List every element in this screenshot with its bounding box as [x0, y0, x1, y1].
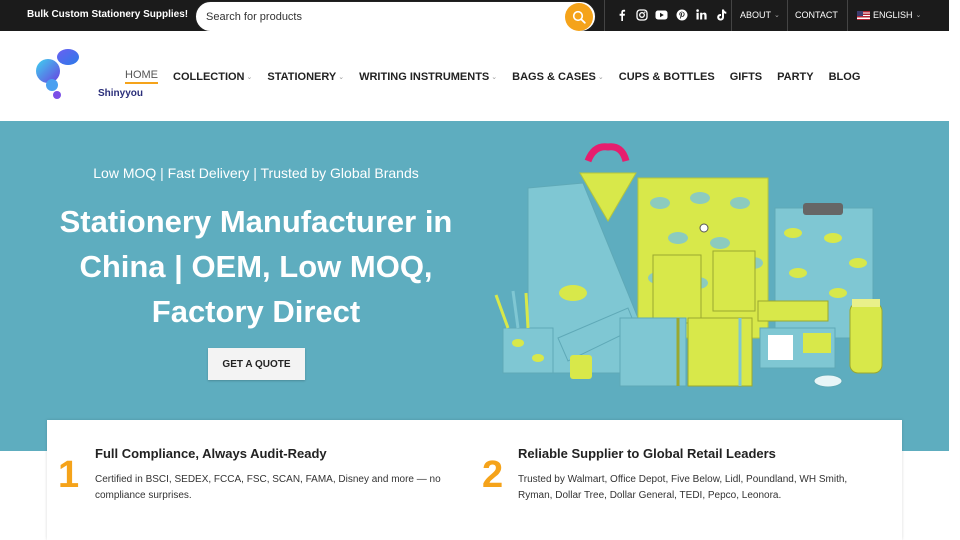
logo-text: Shinyyou [98, 88, 144, 99]
nav-label: CUPS & BOTTLES [618, 70, 715, 83]
feature-description-line: Trusted by Walmart, Office Depot, Five B… [518, 474, 848, 485]
nav-item-bags-cases[interactable]: BAGS & CASES ⌄ [512, 71, 604, 83]
nav-item-stationery[interactable]: STATIONERY ⌄ [267, 71, 344, 83]
divider [731, 0, 732, 31]
nav-item-gifts[interactable]: GIFTS [730, 71, 762, 83]
about-link[interactable]: ABOUT ⌄ [740, 10, 780, 20]
nav-item-home[interactable]: HOME [125, 69, 158, 84]
nav-item-cups-bottles[interactable]: CUPS & BOTTLES [619, 71, 715, 83]
feature-description-line: Ryman, Dollar Tree, Dollar General, TEDI… [518, 490, 782, 501]
feature-description-line: Certified in BSCI, SEDEX, FCCA, FSC, SCA… [95, 474, 441, 485]
logo-mark [36, 49, 79, 99]
about-label: ABOUT [740, 10, 772, 20]
site-header: Shinyyou HOME COLLECTION ⌄ STATIONERY ⌄ WR… [0, 31, 949, 121]
nav-item-collection[interactable]: COLLECTION ⌄ [173, 71, 252, 83]
social-links [615, 8, 728, 21]
search-button[interactable] [565, 3, 593, 31]
nav-label: COLLECTION [173, 70, 245, 83]
search-icon [572, 10, 586, 24]
feature-description: Trusted by Walmart, Office Depot, Five B… [518, 472, 898, 504]
contact-link[interactable]: CONTACT [795, 10, 838, 20]
get-a-quote-button[interactable]: GET A QUOTE [208, 348, 305, 380]
nav-label: BLOG [828, 70, 861, 83]
feature-title: Reliable Supplier to Global Retail Leade… [518, 446, 776, 461]
divider [787, 0, 788, 31]
nav-item-party[interactable]: PARTY [777, 71, 813, 83]
contact-label: CONTACT [795, 10, 838, 20]
hero-title-line: China | OEM, Low MOQ, [79, 249, 433, 284]
nav-item-writing-instruments[interactable]: WRITING INSTRUMENTS ⌄ [359, 71, 497, 83]
chevron-down-icon: ⌄ [491, 73, 498, 81]
promo-text: Bulk Custom Stationery Supplies! [27, 9, 189, 20]
logo[interactable]: Shinyyou [36, 47, 143, 103]
facebook-icon[interactable] [615, 8, 628, 21]
stationery-products-image [494, 143, 883, 388]
pinterest-icon[interactable] [675, 8, 688, 21]
hero-title-line: Stationery Manufacturer in [59, 204, 453, 239]
nav-label: PARTY [777, 70, 814, 83]
hero-title: Stationery Manufacturer in China | OEM, … [36, 199, 476, 334]
chevron-down-icon: ⌄ [915, 12, 922, 19]
search-input[interactable] [206, 9, 546, 25]
hero-banner: Low MOQ | Fast Delivery | Trusted by Glo… [0, 121, 949, 451]
divider [604, 0, 605, 31]
search-box [195, 1, 596, 32]
features-panel: 1 Full Compliance, Always Audit-Ready Ce… [47, 420, 902, 540]
tiktok-icon[interactable] [715, 8, 728, 21]
feature-title: Full Compliance, Always Audit-Ready [95, 446, 327, 461]
hero-title-line: Factory Direct [151, 294, 361, 329]
nav-label: GIFTS [729, 70, 763, 83]
hero-tagline: Low MOQ | Fast Delivery | Trusted by Glo… [93, 165, 419, 181]
feature-item: 1 Full Compliance, Always Audit-Ready Ce… [47, 420, 467, 540]
nav-label: BAGS & CASES [512, 70, 596, 83]
language-selector[interactable]: ENGLISH ⌄ [857, 10, 921, 20]
nav-label: WRITING INSTRUMENTS [359, 70, 490, 83]
nav-label: STATIONERY [267, 70, 337, 83]
instagram-icon[interactable] [635, 8, 648, 21]
chevron-down-icon: ⌄ [597, 73, 604, 81]
feature-number: 1 [58, 454, 80, 496]
chevron-down-icon: ⌄ [338, 73, 345, 81]
feature-item: 2 Reliable Supplier to Global Retail Lea… [471, 420, 901, 540]
language-label: ENGLISH [873, 10, 913, 20]
chevron-down-icon: ⌄ [774, 12, 780, 19]
feature-description: Certified in BSCI, SEDEX, FCCA, FSC, SCA… [95, 472, 475, 504]
feature-description-line: compliance surprises. [95, 490, 192, 501]
youtube-icon[interactable] [655, 8, 668, 21]
main-nav: HOME COLLECTION ⌄ STATIONERY ⌄ WRITING INS… [125, 69, 875, 84]
feature-number: 2 [482, 454, 504, 496]
nav-label: HOME [125, 69, 158, 81]
us-flag-icon [857, 10, 870, 20]
top-bar: Bulk Custom Stationery Supplies! Search … [0, 0, 949, 32]
divider [847, 0, 848, 31]
chevron-down-icon: ⌄ [246, 73, 253, 81]
linkedin-icon[interactable] [695, 8, 708, 21]
nav-item-blog[interactable]: BLOG [829, 71, 861, 83]
